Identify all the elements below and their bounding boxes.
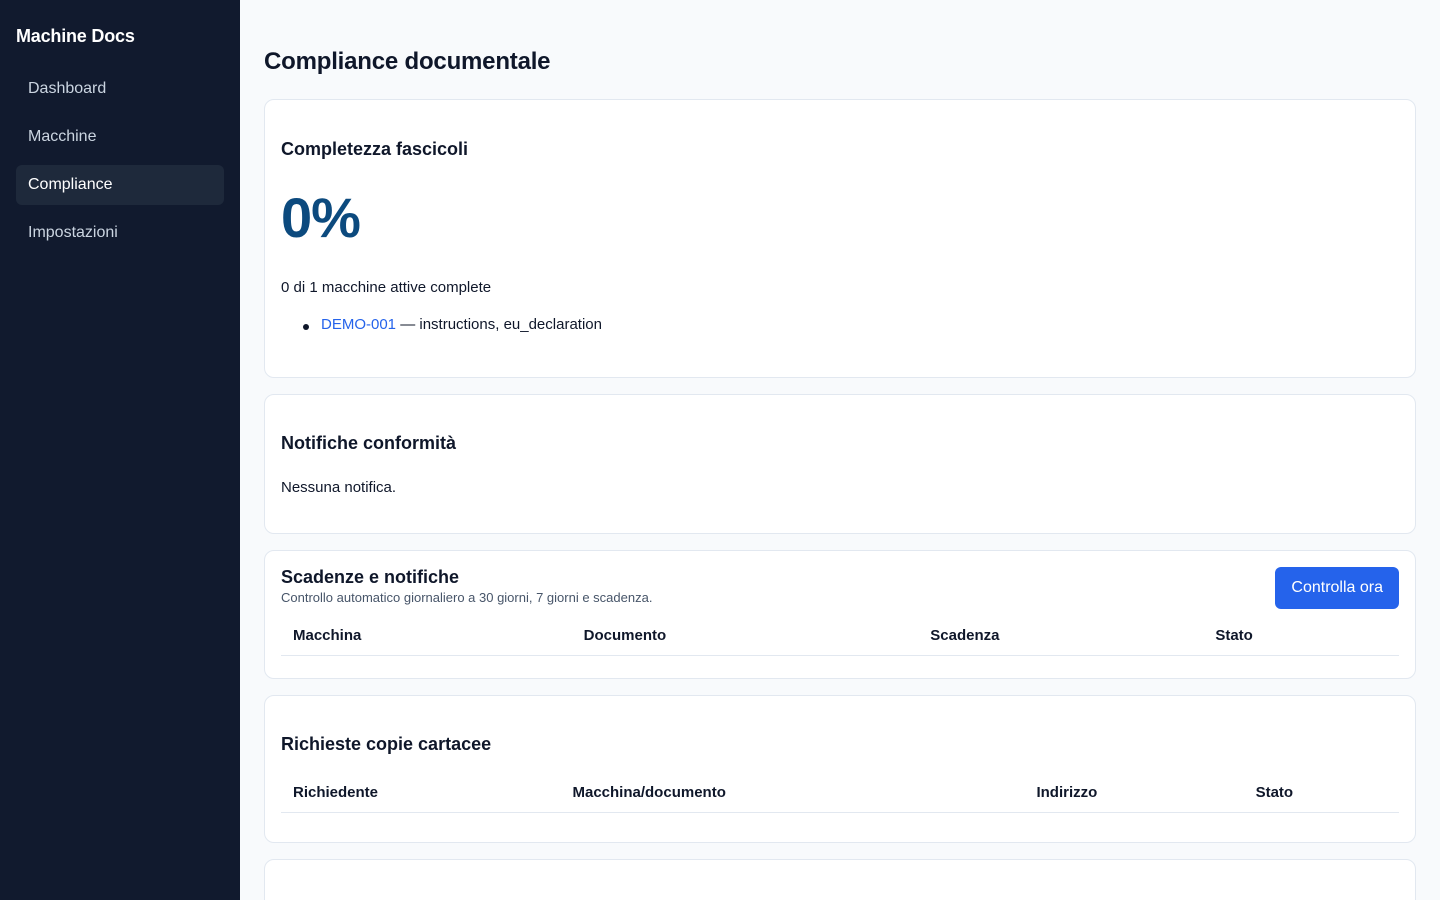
column-header-scadenza[interactable]: Scadenza xyxy=(918,617,1204,656)
table-header-row: Macchina Documento Scadenza Stato xyxy=(281,617,1399,656)
app-brand: Machine Docs xyxy=(16,26,135,46)
deadlines-title: Scadenze e notifiche xyxy=(281,567,460,587)
column-header-stato[interactable]: Stato xyxy=(1203,617,1399,656)
missing-docs-list: DEMO-001 — instructions, eu_declaration xyxy=(281,316,1399,333)
column-header-documento[interactable]: Documento xyxy=(571,617,919,656)
completeness-summary: 0 di 1 macchine attive complete xyxy=(281,279,492,296)
column-header-stato[interactable]: Stato xyxy=(1243,774,1399,813)
missing-docs-text: — instructions, eu_declaration xyxy=(396,316,602,333)
main-content: Compliance documentale Completezza fasci… xyxy=(240,0,1440,900)
deadlines-subtitle: Controllo automatico giornaliero a 30 gi… xyxy=(281,590,653,605)
list-item: DEMO-001 — instructions, eu_declaration xyxy=(301,316,1399,333)
column-header-richiedente[interactable]: Richiedente xyxy=(281,774,561,813)
deadlines-card: Scadenze e notifiche Controllo automatic… xyxy=(264,550,1416,679)
column-header-macchina-documento[interactable]: Macchina/documento xyxy=(560,774,1025,813)
completeness-title: Completezza fascicoli xyxy=(281,139,469,159)
deadlines-header: Scadenze e notifiche Controllo automatic… xyxy=(281,567,1399,609)
notifications-empty-text: Nessuna notifica. xyxy=(281,479,397,496)
sidebar: Machine Docs Dashboard Macchine Complian… xyxy=(0,0,240,900)
sidebar-item-compliance[interactable]: Compliance xyxy=(16,165,224,205)
notifications-title: Notifiche conformità xyxy=(281,433,457,453)
notifications-card: Notifiche conformità Nessuna notifica. xyxy=(264,394,1416,534)
completeness-card: Completezza fascicoli 0% 0 di 1 macchine… xyxy=(264,99,1416,378)
sidebar-nav: Dashboard Macchine Compliance Impostazio… xyxy=(16,69,224,253)
column-header-macchina[interactable]: Macchina xyxy=(281,617,572,656)
machine-link[interactable]: DEMO-001 xyxy=(321,316,396,333)
page-title: Compliance documentale xyxy=(264,48,551,75)
sidebar-item-impostazioni[interactable]: Impostazioni xyxy=(16,213,224,253)
paper-requests-table: Richiedente Macchina/documento Indirizzo… xyxy=(281,774,1399,813)
paper-requests-card: Richieste copie cartacee Richiedente Mac… xyxy=(264,695,1416,843)
deadlines-heading: Scadenze e notifiche Controllo automatic… xyxy=(281,567,652,605)
table-header-row: Richiedente Macchina/documento Indirizzo… xyxy=(281,774,1399,813)
sidebar-item-macchine[interactable]: Macchine xyxy=(16,117,224,157)
deadlines-table: Macchina Documento Scadenza Stato xyxy=(281,617,1399,656)
paper-requests-title: Richieste copie cartacee xyxy=(281,734,492,754)
next-card xyxy=(264,859,1416,900)
completeness-percent: 0% xyxy=(281,186,361,249)
check-now-button[interactable]: Controlla ora xyxy=(1275,567,1399,609)
sidebar-item-dashboard[interactable]: Dashboard xyxy=(16,69,224,109)
column-header-indirizzo[interactable]: Indirizzo xyxy=(1024,774,1244,813)
